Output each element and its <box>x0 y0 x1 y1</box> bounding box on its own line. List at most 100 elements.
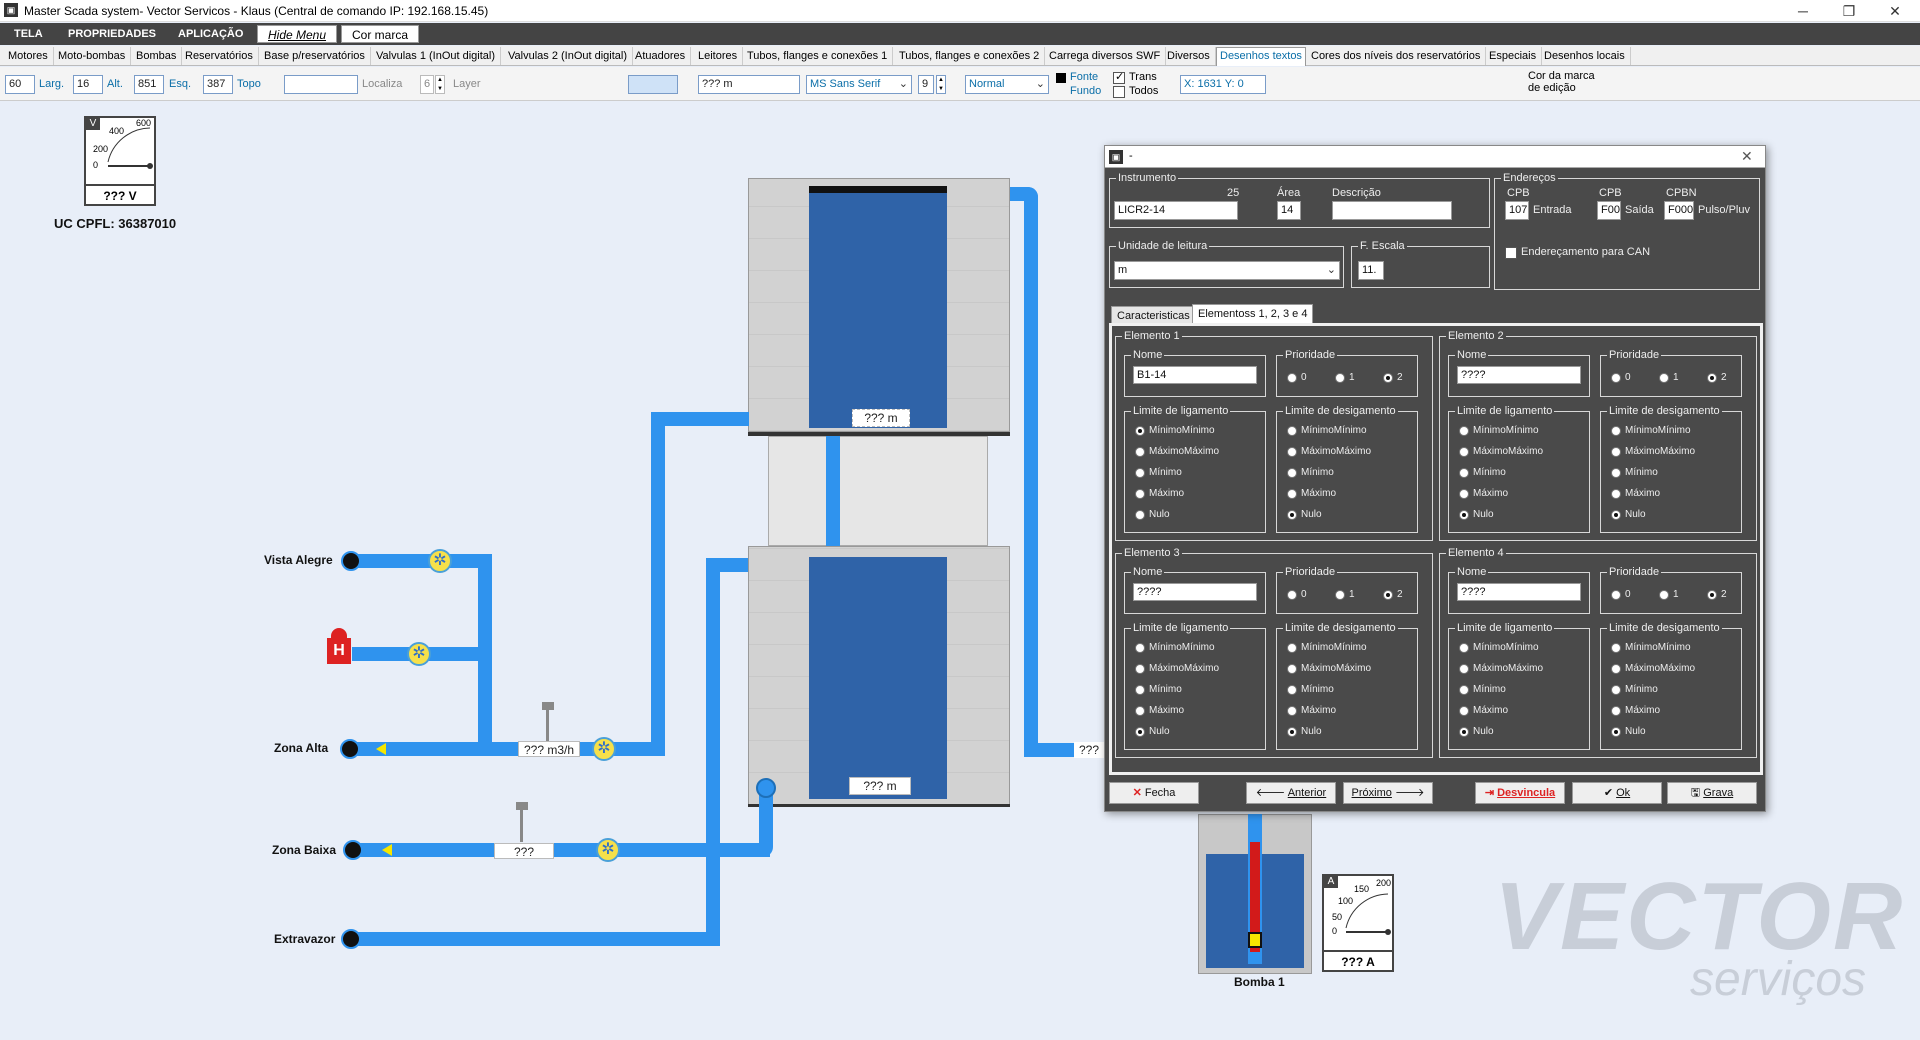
fecha-button[interactable]: ✕ Fecha <box>1109 782 1199 804</box>
valve-icon[interactable]: ✲ <box>592 737 616 761</box>
ligamento-radio[interactable] <box>1459 447 1469 457</box>
valve-icon[interactable]: ✲ <box>428 549 452 573</box>
prioridade-radio[interactable] <box>1287 373 1297 383</box>
tab-item[interactable]: Tubos, flanges e conexões 2 <box>894 47 1046 65</box>
tab-item[interactable]: Valvulas 2 (InOut digital) <box>503 47 634 65</box>
prioridade-radio[interactable] <box>1659 590 1669 600</box>
minimize-button[interactable]: ─ <box>1780 0 1826 22</box>
flow-sensor-icon[interactable] <box>542 702 554 742</box>
tab-item[interactable]: Cores dos níveis dos reservatórios <box>1306 47 1487 65</box>
ammeter-gauge[interactable]: A 200 150 100 50 0 ??? A <box>1322 874 1394 972</box>
valve-icon[interactable]: ✲ <box>596 838 620 862</box>
cpb-saida-input[interactable]: F00 <box>1597 201 1621 220</box>
descricao-input[interactable] <box>1332 201 1452 220</box>
desigamento-radio[interactable] <box>1287 426 1297 436</box>
escala-input[interactable]: 11. <box>1358 261 1384 280</box>
zona-baixa-flow[interactable]: ??? <box>494 843 554 859</box>
alt-input[interactable]: 16 <box>73 75 103 94</box>
tab-item[interactable]: Base p/reservatórios <box>259 47 371 65</box>
tab-item[interactable]: Carrega diversos SWF <box>1044 47 1167 65</box>
tab-item[interactable]: Tubos, flanges e conexões 1 <box>742 47 894 65</box>
anterior-button[interactable]: 🡐 Anterior <box>1246 782 1336 804</box>
desigamento-radio[interactable] <box>1611 664 1621 674</box>
desigamento-radio[interactable] <box>1287 468 1297 478</box>
tab-item[interactable]: Desenhos textos <box>1216 47 1306 66</box>
ligamento-radio[interactable] <box>1459 706 1469 716</box>
zona-alta-endpoint[interactable] <box>340 739 360 759</box>
tab-caracteristicas[interactable]: Caracteristicas <box>1111 306 1196 324</box>
tab-elementos[interactable]: Elementoss 1, 2, 3 e 4 <box>1192 304 1314 324</box>
prioridade-radio[interactable] <box>1383 373 1393 383</box>
ligamento-radio[interactable] <box>1135 727 1145 737</box>
zona-alta-flow[interactable]: ??? m3/h <box>518 741 580 757</box>
outlet-readout[interactable]: ??? <box>1074 742 1104 758</box>
tab-item[interactable]: Moto-bombas <box>53 47 132 65</box>
ligamento-radio[interactable] <box>1135 685 1145 695</box>
ligamento-radio[interactable] <box>1135 447 1145 457</box>
ligamento-radio[interactable] <box>1459 489 1469 499</box>
tab-item[interactable]: Valvulas 1 (InOut digital) <box>371 47 502 65</box>
color-swatch[interactable] <box>628 75 678 94</box>
close-button[interactable]: ✕ <box>1872 0 1918 22</box>
grava-button[interactable]: 🖫 Grava <box>1667 782 1757 804</box>
prioridade-radio[interactable] <box>1659 373 1669 383</box>
can-checkbox[interactable] <box>1505 247 1517 259</box>
desigamento-radio[interactable] <box>1287 447 1297 457</box>
ligamento-radio[interactable] <box>1459 685 1469 695</box>
cpbn-input[interactable]: F000 <box>1664 201 1694 220</box>
cpb-entrada-input[interactable]: 107 <box>1505 201 1529 220</box>
ligamento-radio[interactable] <box>1135 643 1145 653</box>
desigamento-radio[interactable] <box>1287 489 1297 499</box>
nome-input[interactable]: B1-14 <box>1133 366 1257 384</box>
tab-item[interactable]: Desenhos locais <box>1539 47 1631 65</box>
nome-input[interactable]: ???? <box>1457 583 1581 601</box>
prioridade-radio[interactable] <box>1335 590 1345 600</box>
instrumento-input[interactable]: LICR2-14 <box>1114 201 1238 220</box>
desigamento-radio[interactable] <box>1611 468 1621 478</box>
upper-tank-level[interactable]: ??? m <box>852 409 910 427</box>
topo-input[interactable]: 387 <box>203 75 233 94</box>
larg-input[interactable]: 60 <box>5 75 35 94</box>
ligamento-radio[interactable] <box>1459 664 1469 674</box>
text-input[interactable]: ??? m <box>698 75 800 94</box>
desigamento-radio[interactable] <box>1611 426 1621 436</box>
menu-tela[interactable]: TELA <box>8 23 49 45</box>
font-size-spinner[interactable]: ▲ ▼ <box>936 75 946 94</box>
unidade-select[interactable]: m ⌄ <box>1114 261 1340 280</box>
ligamento-radio[interactable] <box>1459 510 1469 520</box>
style-select[interactable]: Normal ⌄ <box>965 75 1049 94</box>
fonte-color-icon[interactable] <box>1056 73 1066 83</box>
tab-item[interactable]: Especiais <box>1484 47 1543 65</box>
desigamento-radio[interactable] <box>1611 685 1621 695</box>
extravazor-endpoint[interactable] <box>341 929 361 949</box>
prioridade-radio[interactable] <box>1611 373 1621 383</box>
desigamento-radio[interactable] <box>1287 664 1297 674</box>
tab-item[interactable]: Bombas <box>131 47 183 65</box>
ligamento-radio[interactable] <box>1135 510 1145 520</box>
voltage-gauge[interactable]: V 600 400 200 0 ??? V <box>84 116 156 206</box>
vista-alegre-endpoint[interactable] <box>341 551 361 571</box>
dialog-close-icon[interactable]: ✕ <box>1741 148 1753 165</box>
todos-checkbox[interactable] <box>1113 86 1125 98</box>
nome-input[interactable]: ???? <box>1133 583 1257 601</box>
nome-input[interactable]: ???? <box>1457 366 1581 384</box>
desigamento-radio[interactable] <box>1611 447 1621 457</box>
font-size-input[interactable]: 9 <box>918 75 934 94</box>
desvincula-button[interactable]: ⇥ Desvincula <box>1475 782 1565 804</box>
esq-input[interactable]: 851 <box>134 75 164 94</box>
ligamento-radio[interactable] <box>1459 643 1469 653</box>
menu-aplicacao[interactable]: APLICAÇÃO <box>172 23 249 45</box>
prioridade-radio[interactable] <box>1611 590 1621 600</box>
desigamento-radio[interactable] <box>1611 510 1621 520</box>
prioridade-radio[interactable] <box>1335 373 1345 383</box>
ok-button[interactable]: ✔ Ok <box>1572 782 1662 804</box>
proximo-button[interactable]: Próximo 🡒 <box>1343 782 1433 804</box>
desigamento-radio[interactable] <box>1611 706 1621 716</box>
tab-item[interactable]: Motores <box>3 47 54 65</box>
desigamento-radio[interactable] <box>1287 706 1297 716</box>
layer-input[interactable]: 6 <box>420 75 434 94</box>
desigamento-radio[interactable] <box>1611 643 1621 653</box>
tab-item[interactable]: Atuadores <box>630 47 692 65</box>
localiza-input[interactable] <box>284 75 358 94</box>
desigamento-radio[interactable] <box>1611 727 1621 737</box>
